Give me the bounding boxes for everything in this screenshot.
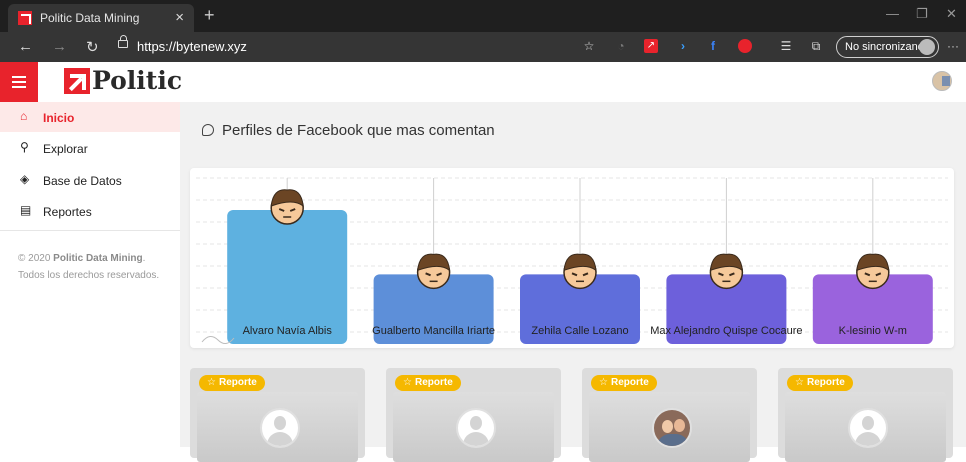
report-badge-label: Reporte: [218, 377, 257, 388]
tab-close-button[interactable]: ×: [175, 9, 184, 26]
politic-favicon-icon: [18, 11, 32, 25]
favorites-list-icon[interactable]: ☰: [779, 39, 793, 53]
browser-tab[interactable]: Politic Data Mining ×: [8, 4, 194, 32]
politic-logo-icon: [64, 68, 90, 94]
hamburger-icon: [12, 76, 26, 78]
collections-icon[interactable]: ⧉: [809, 39, 823, 53]
bar-label: Alvaro Navía Albis: [243, 325, 333, 337]
copyright-text: © 2020 Politic Data Mining. Todos los de…: [18, 250, 174, 284]
arrow-extension-icon[interactable]: ›: [676, 39, 690, 53]
stop-extension-icon[interactable]: [738, 39, 752, 53]
profile-label: No sincronizando: [845, 41, 930, 53]
hamburger-icon-line: [12, 81, 26, 83]
report-badge[interactable]: ☆ Reporte: [591, 375, 657, 391]
bar: [227, 210, 348, 344]
star-icon: ☆: [599, 377, 608, 388]
main-content: Perfiles de Facebook que mas comentan Al…: [180, 102, 966, 462]
more-options-icon[interactable]: ···: [946, 39, 960, 53]
commenter-avatar-icon: [709, 253, 744, 290]
avatar-body: [855, 432, 881, 446]
hamburger-icon-line: [12, 86, 26, 88]
sidebar-item-label: Inicio: [43, 111, 75, 125]
user-avatar[interactable]: [932, 71, 952, 91]
sidebar-item-inicio[interactable]: ⌂ Inicio: [0, 102, 180, 132]
sidebar-item-reportes[interactable]: ▤ Reportes: [0, 196, 180, 226]
avatar-head: [662, 420, 673, 433]
app-header: Politic: [0, 62, 966, 102]
avatar-body: [267, 432, 293, 446]
comment-icon: [202, 124, 214, 136]
star-icon: ☆: [403, 377, 412, 388]
profile-avatar: [919, 39, 935, 55]
avatar-body: [463, 432, 489, 446]
app-logo-text: Politic: [92, 66, 183, 95]
bar-label: K-lesinio W-m: [839, 325, 907, 337]
commenter-avatar-icon: [856, 253, 890, 290]
section-title-text: Perfiles de Facebook que mas comentan: [222, 122, 495, 139]
menu-toggle-button[interactable]: [0, 62, 38, 102]
sidebar-item-explorar[interactable]: ⚲ Explorar: [0, 133, 180, 163]
refresh-icon[interactable]: ↻: [86, 38, 99, 56]
report-card[interactable]: ☆ Reporte: [582, 368, 757, 462]
home-icon: ⌂: [20, 109, 28, 123]
bar-label: Zehila Calle Lozano: [531, 325, 628, 337]
close-window-icon[interactable]: ✕: [946, 6, 957, 22]
avatar-head: [862, 416, 874, 430]
sidebar-item-label: Explorar: [43, 142, 88, 156]
avatar-body: [657, 434, 689, 446]
sidebar-item-label: Reportes: [43, 205, 92, 219]
sidebar-item-base-de-datos[interactable]: ◈ Base de Datos: [0, 165, 180, 195]
report-badge[interactable]: ☆ Reporte: [787, 375, 853, 391]
search-icon: ⚲: [20, 140, 29, 154]
forward-icon[interactable]: →: [52, 38, 67, 55]
avatar-head: [470, 416, 482, 430]
commenter-avatar-icon: [270, 189, 304, 225]
sidebar-divider: [0, 230, 180, 231]
layers-icon: ◈: [20, 172, 30, 186]
back-icon[interactable]: ←: [18, 38, 33, 55]
tab-title: Politic Data Mining: [40, 11, 140, 25]
lock-icon: [118, 35, 128, 48]
avatar-head-2: [674, 419, 685, 432]
minimize-icon[interactable]: —: [886, 6, 899, 21]
url-field[interactable]: https://bytenew.xyz: [137, 39, 247, 54]
report-badge[interactable]: ☆ Reporte: [199, 375, 265, 391]
report-card[interactable]: ☆ Reporte: [778, 368, 953, 462]
profile-placeholder-avatar: [848, 408, 888, 448]
profile-placeholder-avatar: [456, 408, 496, 448]
clipboard-icon: ▤: [20, 203, 32, 217]
star-icon: ☆: [207, 377, 216, 388]
top-commenters-chart: Alvaro Navía Albis Gualberto Mancilla Iri…: [196, 177, 948, 344]
sidebar-item-label: Base de Datos: [43, 174, 122, 188]
profile-button[interactable]: No sincronizando: [836, 36, 939, 58]
new-tab-button[interactable]: +: [204, 5, 215, 26]
copyright-prefix: © 2020: [18, 253, 54, 264]
profile-photo-avatar: [652, 408, 692, 448]
favorite-star-icon[interactable]: ☆: [582, 39, 596, 53]
chart-card: Alvaro Navía Albis Gualberto Mancilla Iri…: [190, 168, 954, 348]
commenter-avatar-icon: [416, 253, 451, 290]
report-card[interactable]: ☆ Reporte: [386, 368, 561, 462]
report-badge-label: Reporte: [806, 377, 845, 388]
avatar-head: [274, 416, 286, 430]
star-icon: ☆: [795, 377, 804, 388]
copyright-brand: Politic Data Mining: [53, 253, 143, 264]
commenter-avatar-icon: [563, 253, 597, 290]
report-card[interactable]: ☆ Reporte: [190, 368, 365, 462]
report-badge-label: Reporte: [610, 377, 649, 388]
address-bar: ← → ↻ https://bytenew.xyz ☆ ◔ ↗ › f ☰ ⧉ …: [0, 32, 966, 62]
section-title: Perfiles de Facebook que mas comentan: [202, 122, 495, 139]
politic-extension-icon[interactable]: ↗: [644, 39, 658, 53]
bar-label: Max Alejandro Quispe Cocaure: [650, 325, 802, 337]
profile-placeholder-avatar: [260, 408, 300, 448]
bar-label: Gualberto Mancilla Iriarte: [372, 325, 495, 337]
report-badge-label: Reporte: [414, 377, 453, 388]
facebook-extension-icon[interactable]: f: [706, 39, 720, 53]
sidebar: ⌂ Inicio ⚲ Explorar ◈ Base de Datos ▤ Re…: [0, 102, 180, 447]
browser-tab-strip: Politic Data Mining × + — ❐ ✕: [0, 0, 966, 32]
report-badge[interactable]: ☆ Reporte: [395, 375, 461, 391]
restore-icon[interactable]: ❐: [916, 6, 928, 22]
extension-faded-icon[interactable]: ◔: [614, 39, 628, 53]
